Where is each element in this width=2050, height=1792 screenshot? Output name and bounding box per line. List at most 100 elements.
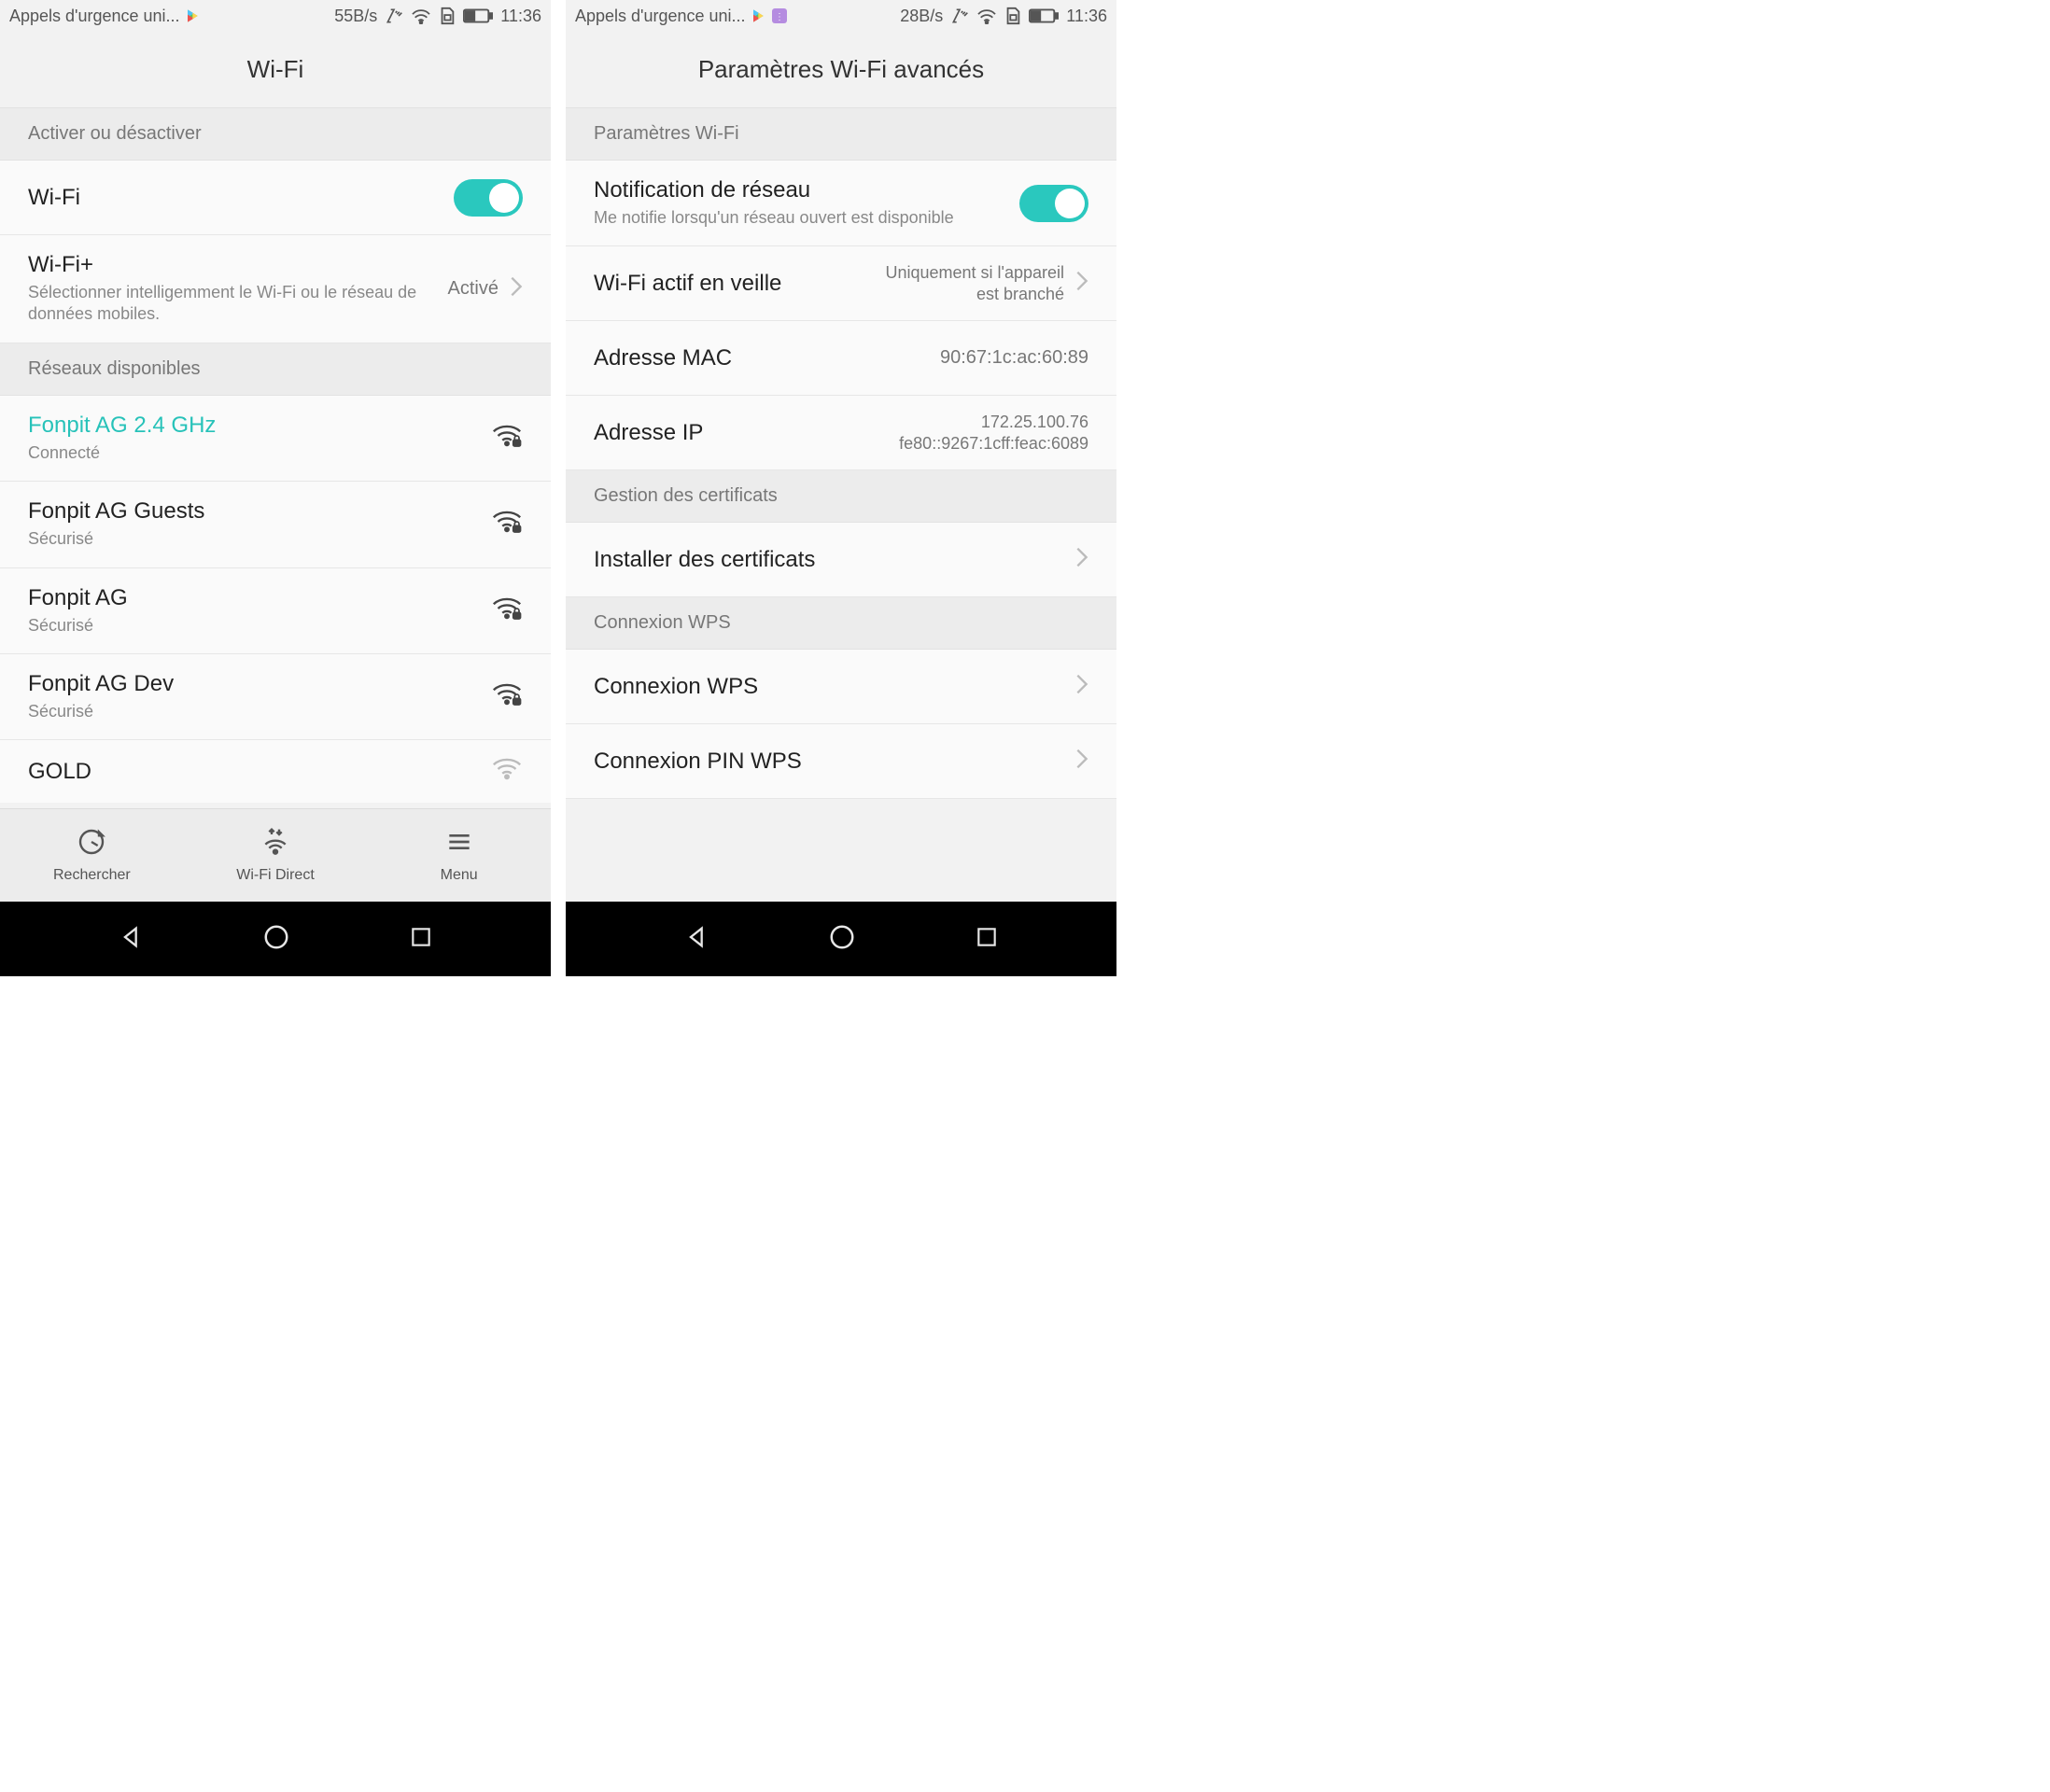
section-networks: Réseaux disponibles [0,343,551,396]
content-area: Activer ou désactiver Wi-Fi Wi-Fi+ Sélec… [0,108,551,902]
network-name: GOLD [28,759,491,785]
status-time: 11:36 [1066,7,1107,26]
status-carrier: Appels d'urgence uni... [575,7,746,26]
network-status: Sécurisé [28,701,491,722]
ip-value-2: fe80::9267:1cff:feac:6089 [899,433,1088,455]
status-bar: Appels d'urgence uni... 55B/s 11:36 [0,0,551,32]
network-name: Fonpit AG Dev [28,671,491,697]
battery-icon [1029,8,1059,23]
wifi-plus-title: Wi-Fi+ [28,252,448,278]
play-store-icon [186,8,201,23]
status-carrier: Appels d'urgence uni... [9,7,180,26]
chevron-right-icon [1075,270,1088,297]
page-title: Paramètres Wi-Fi avancés [566,32,1116,108]
wifi-sleep-row[interactable]: Wi-Fi actif en veille Uniquement si l'ap… [566,246,1116,321]
wifi-direct-icon [260,827,290,861]
network-row[interactable]: Fonpit AG 2.4 GHz Connecté [0,396,551,482]
status-speed: 55B/s [334,7,377,26]
vibrate-icon [950,7,969,25]
nav-back-icon[interactable] [119,924,145,955]
android-nav-bar [566,902,1116,976]
content-area: Paramètres Wi-Fi Notification de réseau … [566,108,1116,902]
chevron-right-icon [510,275,523,302]
wps-connection-row[interactable]: Connexion WPS [566,650,1116,724]
sleep-title: Wi-Fi actif en veille [594,271,859,297]
network-row[interactable]: Fonpit AG Dev Sécurisé [0,654,551,740]
nav-home-icon[interactable] [828,923,856,956]
network-status: Sécurisé [28,615,491,637]
sleep-value: Uniquement si l'appareil est branché [859,262,1064,306]
network-row[interactable]: GOLD [0,740,551,803]
mac-title: Adresse MAC [594,345,940,371]
refresh-icon [77,827,106,861]
nav-recent-icon[interactable] [409,925,433,954]
wifi-secure-icon [491,510,523,539]
wifi-plus-sub: Sélectionner intelligemment le Wi-Fi ou … [28,282,448,326]
page-title: Wi-Fi [0,32,551,108]
section-cert: Gestion des certificats [566,470,1116,523]
network-notification-row[interactable]: Notification de réseau Me notifie lorsqu… [566,161,1116,246]
nav-back-icon[interactable] [684,924,710,955]
wifi-status-icon [411,7,431,24]
wps-pin-label: Connexion PIN WPS [594,749,1075,775]
sim-icon [439,7,456,25]
screen-wifi: Appels d'urgence uni... 55B/s 11:36 Wi-F… [0,0,551,976]
section-wps: Connexion WPS [566,597,1116,650]
nav-recent-icon[interactable] [975,925,999,954]
network-name: Fonpit AG [28,585,491,611]
network-name: Fonpit AG 2.4 GHz [28,413,491,439]
chevron-right-icon [1075,673,1088,700]
android-nav-bar [0,902,551,976]
ip-address-row: Adresse IP 172.25.100.76 fe80::9267:1cff… [566,396,1116,470]
menu-button[interactable]: Menu [367,809,551,902]
wifi-toggle-switch[interactable] [454,179,523,217]
battery-icon [463,8,493,23]
notif-sub: Me notifie lorsqu'un réseau ouvert est d… [594,207,1019,229]
mac-value: 90:67:1c:ac:60:89 [940,347,1088,369]
toolbar-menu-label: Menu [441,867,478,884]
chevron-right-icon [1075,748,1088,775]
wifi-secure-icon [491,424,523,453]
network-row[interactable]: Fonpit AG Guests Sécurisé [0,482,551,567]
ip-title: Adresse IP [594,420,899,446]
wifi-direct-button[interactable]: Wi-Fi Direct [184,809,368,902]
sim-icon [1004,7,1021,25]
bottom-toolbar: Rechercher Wi-Fi Direct Menu [0,808,551,902]
install-cert-label: Installer des certificats [594,547,1075,573]
vibrate-icon [385,7,403,25]
menu-icon [444,827,474,861]
wifi-icon [491,757,523,786]
status-time: 11:36 [500,7,541,26]
network-status: Sécurisé [28,528,491,550]
svg-text:⋮: ⋮ [775,12,784,22]
notif-title: Notification de réseau [594,177,1019,203]
ip-value-1: 172.25.100.76 [899,412,1088,433]
wifi-status-icon [976,7,997,24]
wifi-plus-value: Activé [448,278,498,300]
search-button[interactable]: Rechercher [0,809,184,902]
wifi-plus-row[interactable]: Wi-Fi+ Sélectionner intelligemment le Wi… [0,235,551,343]
network-name: Fonpit AG Guests [28,498,491,525]
wifi-toggle-label: Wi-Fi [28,185,454,211]
wps-pin-row[interactable]: Connexion PIN WPS [566,724,1116,799]
status-speed: 28B/s [900,7,943,26]
section-toggle: Activer ou désactiver [0,108,551,161]
play-store-icon [751,8,766,23]
wps-conn-label: Connexion WPS [594,674,1075,700]
screen-advanced-wifi: Appels d'urgence uni... ⋮ 28B/s 11:36 [566,0,1116,976]
toolbar-search-label: Rechercher [53,867,131,884]
nav-home-icon[interactable] [262,923,290,956]
wifi-toggle-row[interactable]: Wi-Fi [0,161,551,235]
network-status: Connecté [28,442,491,464]
mac-address-row: Adresse MAC 90:67:1c:ac:60:89 [566,321,1116,396]
network-row[interactable]: Fonpit AG Sécurisé [0,568,551,654]
section-params: Paramètres Wi-Fi [566,108,1116,161]
chevron-right-icon [1075,546,1088,573]
status-bar: Appels d'urgence uni... ⋮ 28B/s 11:36 [566,0,1116,32]
wifi-secure-icon [491,682,523,711]
toolbar-direct-label: Wi-Fi Direct [236,867,315,884]
wifi-secure-icon [491,596,523,625]
install-cert-row[interactable]: Installer des certificats [566,523,1116,597]
notif-toggle-switch[interactable] [1019,185,1088,222]
app-badge-icon: ⋮ [772,8,787,23]
